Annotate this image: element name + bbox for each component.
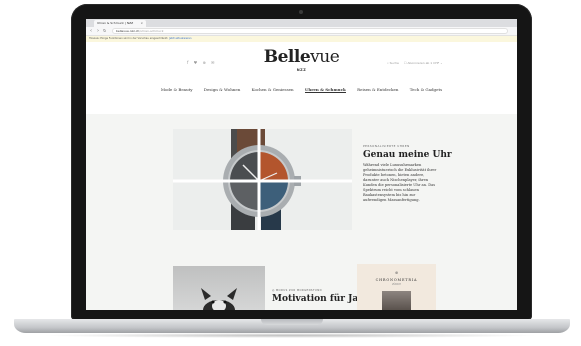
info-link[interactable]: Jetzt aktualisieren (169, 37, 191, 40)
browser-tab-title: Uhren & Schmuck | NZZ (97, 21, 134, 25)
header-actions: ⌕ Suche ☐ Abonnieren ab 1 CHF ⌄ (387, 61, 443, 65)
nav-item-uhren[interactable]: Uhren & Schmuck (304, 87, 346, 93)
laptop-notch (261, 319, 323, 325)
ad-banner[interactable]: ⊕ CHRONOMETRIA ZÜRICH (357, 264, 436, 310)
laptop-lid: Uhren & Schmuck | NZZ × ‹ › ↻ bellevue.n… (71, 4, 532, 320)
search-link[interactable]: ⌕ Suche (387, 61, 399, 65)
logo-bold: Belle (263, 47, 311, 67)
browser-toolbar: ‹ › ↻ bellevue.nzz.ch/uhren-schmuck (86, 27, 517, 36)
nav-item-tech[interactable]: Tech & Gadgets (410, 87, 442, 92)
feature-headline[interactable]: Genau meine Uhr (363, 150, 463, 160)
url-host: bellevue.nzz.ch (116, 29, 140, 33)
subscribe-link[interactable]: ☐ Abonnieren ab 1 CHF ⌄ (404, 61, 443, 65)
laptop-shadow (40, 333, 540, 338)
camera-dot (299, 10, 303, 14)
feature-body: Während viele Luxusuhrmarken geheimnistu… (363, 163, 437, 202)
ad-title: CHRONOMETRIA (375, 278, 418, 282)
dog-photo (201, 288, 237, 310)
close-icon[interactable]: × (140, 20, 143, 27)
url-path: /uhren-schmuck (139, 29, 164, 33)
second-title[interactable]: Motivation für Ja- (272, 294, 362, 304)
main-nav: Mode & Beauty Design & Wohnen Kochen & G… (86, 87, 517, 93)
feature-teaser: PERSONALISIERTE UHREN Genau meine Uhr Wä… (363, 144, 463, 203)
site-logo[interactable]: Bellevue (86, 47, 517, 67)
feature-kicker: PERSONALISIERTE UHREN (363, 144, 410, 148)
feature-image[interactable] (173, 129, 352, 230)
nav-item-kochen[interactable]: Kochen & Geniessen (252, 87, 294, 92)
laptop-screen: Uhren & Schmuck | NZZ × ‹ › ↻ bellevue.n… (86, 19, 517, 310)
second-teaser: ◎ MODUS ZUR MORGENSTUND Motivation für J… (272, 289, 362, 304)
nav-item-reisen[interactable]: Reisen & Entdecken (357, 87, 398, 92)
reload-icon[interactable]: ↻ (103, 28, 106, 34)
browser-tab[interactable]: Uhren & Schmuck | NZZ × (94, 20, 146, 27)
logo-subtitle: NZZ (296, 68, 307, 72)
address-bar[interactable]: bellevue.nzz.ch/uhren-schmuck (112, 28, 508, 34)
info-text: Hinweis: Einige Funktionen sind in der V… (89, 37, 170, 40)
ad-image (382, 291, 411, 310)
nav-item-design[interactable]: Design & Wohnen (204, 87, 241, 92)
ad-subtitle: ZÜRICH (392, 283, 401, 286)
forward-icon[interactable]: › (97, 28, 99, 34)
nav-item-mode[interactable]: Mode & Beauty (161, 87, 193, 92)
browser-tab-bar: Uhren & Schmuck | NZZ × (86, 19, 517, 27)
dog-image[interactable] (173, 266, 265, 310)
back-icon[interactable]: ‹ (90, 28, 92, 34)
ad-logo-icon: ⊕ (394, 270, 399, 275)
laptop-base (14, 319, 570, 333)
second-kicker: ◎ MODUS ZUR MORGENSTUND (272, 289, 322, 292)
logo-light: vue (310, 47, 340, 67)
watch-illustration (173, 129, 352, 230)
